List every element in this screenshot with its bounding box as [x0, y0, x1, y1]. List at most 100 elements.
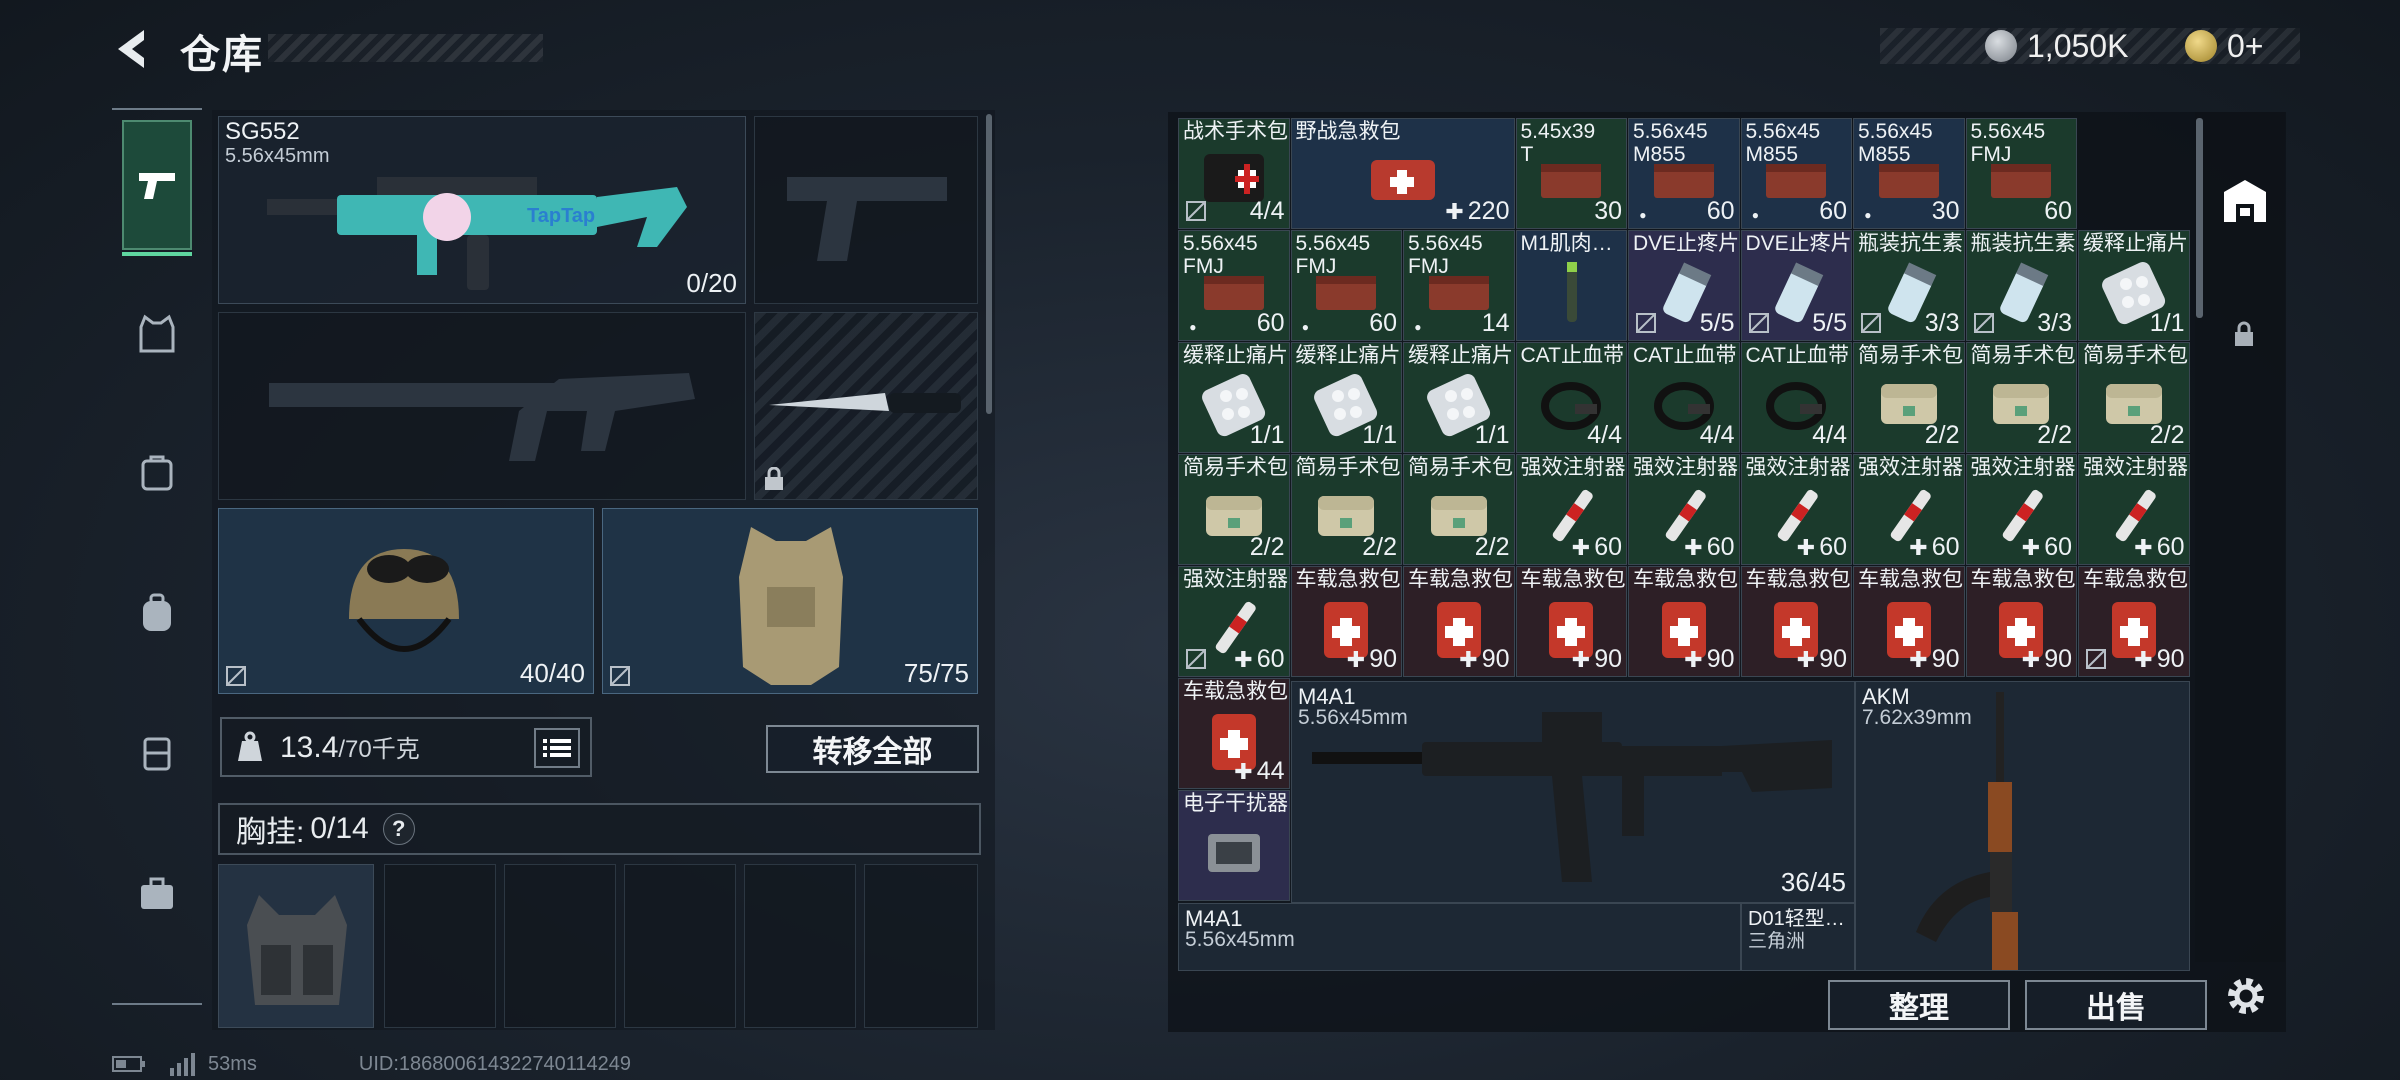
sell-button[interactable]: 出售 — [2025, 980, 2207, 1030]
grid-item[interactable]: 车载急救包 ✚ 90 — [1965, 566, 2077, 677]
knife-icon — [769, 393, 961, 413]
storage-tab-main[interactable] — [2220, 176, 2270, 226]
grid-item[interactable]: CAT止血带 4/4 — [1628, 342, 1740, 453]
chest-slot-2[interactable] — [384, 864, 496, 1028]
tab-armor[interactable] — [122, 278, 192, 388]
helmet-slot[interactable]: 40/40 — [218, 508, 594, 694]
item-count: ✚ 90 — [1684, 645, 1735, 673]
grid-item[interactable]: 5.56x45 M855 ● 60 — [1628, 118, 1740, 229]
grid-item[interactable]: 强效注射器 ✚ 60 — [1740, 454, 1852, 565]
chest-slot-3[interactable] — [504, 864, 616, 1028]
tab-case[interactable] — [122, 838, 192, 948]
d01-item[interactable]: D01轻型… 三角洲 — [1741, 903, 1855, 971]
equipment-scrollbar[interactable] — [986, 114, 992, 414]
back-button[interactable] — [110, 24, 160, 74]
grid-item[interactable]: CAT止血带 4/4 — [1740, 342, 1852, 453]
grid-item[interactable]: 5.45x39 T 30 — [1515, 118, 1627, 229]
rifle-placeholder-icon — [269, 373, 695, 461]
sidearm-slot[interactable] — [754, 116, 978, 304]
grid-item[interactable]: 缓释止痛片 1/1 — [1290, 342, 1402, 453]
sort-button[interactable]: 整理 — [1828, 980, 2010, 1030]
grid-item[interactable]: 简易手术包 2/2 — [1965, 342, 2077, 453]
grid-item[interactable]: 强效注射器 ✚ 60 — [1853, 454, 1965, 565]
grid-item[interactable]: 车载急救包 ✚ 90 — [1515, 566, 1627, 677]
tab-backpack-alt[interactable] — [122, 418, 192, 528]
no-sell-icon — [226, 666, 246, 686]
list-view-button[interactable] — [534, 728, 580, 768]
grid-item[interactable]: 简易手术包 2/2 — [1403, 454, 1515, 565]
item-count: ● 60 — [1751, 197, 1847, 225]
grid-item[interactable]: 车载急救包 ✚ 90 — [1628, 566, 1740, 677]
grid-item[interactable]: M1肌肉… — [1515, 230, 1627, 341]
grid-item[interactable]: 战术手术包 4/4 — [1178, 118, 1290, 229]
grid-item[interactable]: 简易手术包 2/2 — [1178, 454, 1290, 565]
body-armor-slot[interactable]: 75/75 — [602, 508, 978, 694]
grid-item[interactable]: DVE止疼片 5/5 — [1740, 230, 1852, 341]
grid-item[interactable]: 车载急救包 ✚ 44 — [1178, 678, 1290, 789]
grid-item[interactable]: 电子干扰器 — [1178, 790, 1290, 901]
item-count: ● 14 — [1414, 309, 1510, 337]
grid-item[interactable]: 瓶装抗生素 3/3 — [1853, 230, 1965, 341]
item-name: 瓶装抗生素 — [1970, 232, 2076, 255]
grid-item[interactable]: 瓶装抗生素 3/3 — [1965, 230, 2077, 341]
grid-item[interactable]: 强效注射器 ✚ 60 — [1628, 454, 1740, 565]
tab-backpack[interactable] — [122, 558, 192, 668]
chest-rig-item[interactable] — [218, 864, 374, 1028]
grid-item[interactable]: 5.56x45 FMJ ● 60 — [1178, 230, 1290, 341]
grid-item[interactable]: 车载急救包 ✚ 90 — [2078, 566, 2190, 677]
dot-icon: ● — [1414, 320, 1422, 334]
tab-rig[interactable] — [122, 698, 192, 808]
help-button[interactable]: ? — [382, 813, 415, 845]
grid-item[interactable]: 5.56x45 FMJ 60 — [1965, 118, 2077, 229]
storage-tabs — [2195, 112, 2285, 962]
chest-slot-5[interactable] — [744, 864, 856, 1028]
grid-item[interactable]: 车载急救包 ✚ 90 — [1853, 566, 1965, 677]
item-name: 缓释止痛片 — [1408, 344, 1513, 367]
plus-icon: ✚ — [2021, 534, 2041, 560]
grid-item[interactable]: 缓释止痛片 1/1 — [1178, 342, 1290, 453]
grid-item[interactable]: 5.56x45 M855 ● 60 — [1740, 118, 1852, 229]
title-decoration — [268, 34, 543, 62]
storage-tab-locked[interactable] — [2232, 320, 2256, 348]
m4a1-item[interactable]: M4A1 5.56x45mm 36/45 — [1291, 681, 1855, 903]
grid-item[interactable]: 车载急救包 ✚ 90 — [1403, 566, 1515, 677]
item-name: 野战急救包 — [1295, 120, 1401, 143]
item-count: 2/2 — [1249, 533, 1285, 561]
grid-item[interactable]: 车载急救包 ✚ 90 — [1290, 566, 1402, 677]
grid-item[interactable]: 缓释止痛片 1/1 — [1403, 342, 1515, 453]
grid-item[interactable]: 简易手术包 2/2 — [1290, 454, 1402, 565]
grid-item[interactable]: 5.56x45 M855 ● 30 — [1853, 118, 1965, 229]
item-count: 2/2 — [1362, 533, 1397, 561]
grid-item[interactable]: 缓释止痛片 1/1 — [2078, 230, 2190, 341]
currency-gold[interactable]: 0+ — [2185, 26, 2263, 66]
primary-weapon-slot[interactable]: SG552 5.56x45mm TapTap 0/20 — [218, 116, 746, 304]
chest-slot-6[interactable] — [864, 864, 978, 1028]
lock-icon — [765, 467, 783, 490]
secondary-weapon-slot[interactable] — [218, 312, 746, 500]
chest-slot-4[interactable] — [624, 864, 736, 1028]
m4a1-item-2[interactable]: M4A1 5.56x45mm — [1178, 903, 1741, 971]
medkit-icon — [1370, 160, 1435, 201]
tab-weapons[interactable] — [122, 120, 192, 256]
grid-item[interactable]: CAT止血带 4/4 — [1515, 342, 1627, 453]
settings-button[interactable] — [2222, 972, 2270, 1020]
item-count: ✚ 60 — [1909, 533, 1960, 561]
grid-item[interactable]: 强效注射器 ✚ 60 — [1965, 454, 2077, 565]
grid-item[interactable]: 车载急救包 ✚ 90 — [1740, 566, 1852, 677]
grid-item[interactable]: 强效注射器 ✚ 60 — [1178, 566, 1290, 677]
grid-item[interactable]: 简易手术包 2/2 — [1853, 342, 1965, 453]
plus-icon: ✚ — [1571, 646, 1591, 672]
grid-item[interactable]: 野战急救包 ✚ 220 — [1290, 118, 1515, 229]
melee-slot[interactable] — [754, 312, 978, 500]
grid-item[interactable]: DVE止疼片 5/5 — [1628, 230, 1740, 341]
grid-item[interactable]: 5.56x45 FMJ ● 60 — [1290, 230, 1402, 341]
warehouse-icon — [2224, 180, 2266, 222]
grid-item[interactable]: 强效注射器 ✚ 60 — [1515, 454, 1627, 565]
grid-item[interactable]: 简易手术包 2/2 — [2078, 342, 2190, 453]
sg552-rifle-icon: TapTap — [267, 177, 687, 290]
transfer-all-button[interactable]: 转移全部 — [766, 725, 979, 773]
grid-item[interactable]: 5.56x45 FMJ ● 14 — [1403, 230, 1515, 341]
akm-item[interactable]: AKM 7.62x39mm — [1855, 681, 2190, 971]
storage-scrollbar[interactable] — [2196, 118, 2203, 318]
grid-item[interactable]: 强效注射器 ✚ 60 — [2078, 454, 2190, 565]
